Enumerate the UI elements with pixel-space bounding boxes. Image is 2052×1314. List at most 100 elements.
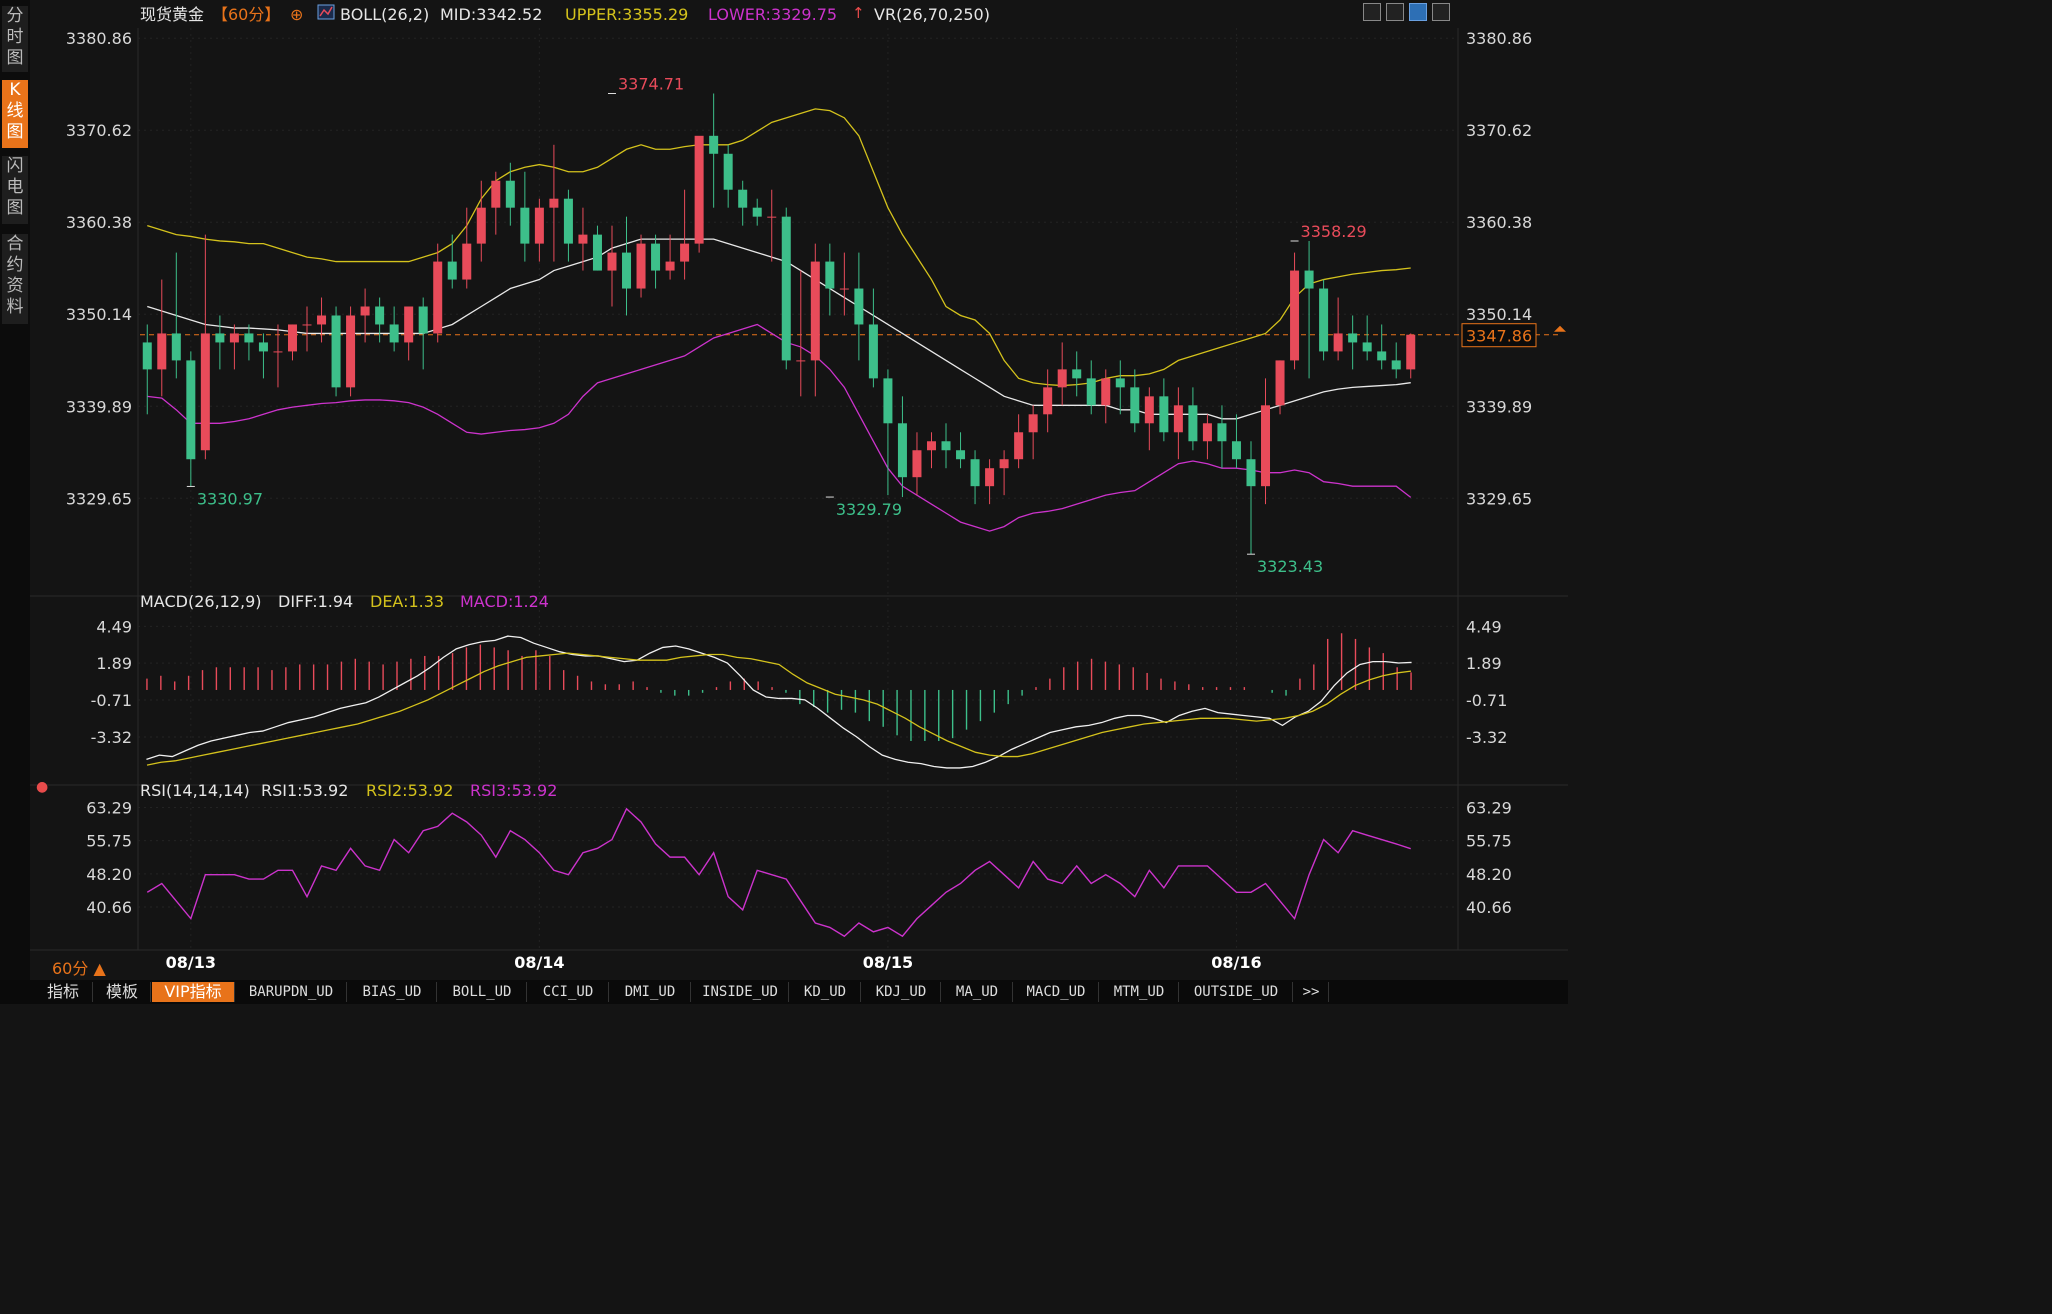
candle-body	[926, 441, 936, 451]
candle-body	[796, 360, 806, 362]
candle-body	[1188, 405, 1198, 442]
candle-body	[1391, 360, 1401, 370]
main-ytick-right: 3339.89	[1466, 397, 1532, 416]
candle-body	[404, 306, 414, 343]
rsi-header: RSI(14,14,14) RSI1:53.92 RSI2:53.92 RSI3…	[140, 781, 557, 800]
toolbar-item-5[interactable]: BOLL_UD	[438, 982, 527, 1002]
toolbar-item-6[interactable]: CCI_UD	[528, 982, 609, 1002]
toolbar-item-13[interactable]: MTM_UD	[1100, 982, 1179, 1002]
fullscreen-icon[interactable]	[1432, 3, 1450, 21]
rsi-label: RSI(14,14,14)	[140, 781, 250, 800]
toolbar-item-1[interactable]: 模板	[94, 982, 151, 1002]
candle-body	[1406, 334, 1416, 370]
candle-body	[1115, 378, 1125, 388]
candle-body	[360, 306, 370, 316]
candle-body	[447, 261, 457, 280]
candle-body	[1377, 351, 1387, 361]
candle-body	[244, 333, 254, 343]
line-chart-icon[interactable]	[1409, 3, 1427, 21]
candle-body	[331, 315, 341, 388]
record-icon[interactable]: ●	[36, 779, 48, 795]
macd-ytick-right: 1.89	[1466, 654, 1502, 673]
candle-body	[592, 234, 602, 271]
main-ytick-right: 3380.86	[1466, 29, 1532, 48]
macd-label: MACD(26,12,9)	[140, 592, 262, 611]
candle-body	[229, 333, 239, 343]
macd-macd-value: MACD:1.24	[460, 592, 549, 611]
candle-body	[956, 450, 966, 460]
candle-body	[346, 315, 356, 388]
tab-flash[interactable]: 闪电图	[2, 156, 28, 224]
rsi-ytick-left: 48.20	[86, 865, 132, 884]
tab-timeshare[interactable]: 分时图	[2, 6, 28, 72]
macd-ytick-right: 4.49	[1466, 617, 1502, 636]
main-ytick-left: 3339.89	[66, 397, 132, 416]
candle-body	[1086, 378, 1096, 406]
candle-body	[694, 135, 704, 244]
toolbar-item-4[interactable]: BIAS_UD	[348, 982, 437, 1002]
candle-body	[1275, 360, 1285, 406]
main-ytick-right: 3329.65	[1466, 489, 1532, 508]
rsi-ytick-right: 40.66	[1466, 898, 1512, 917]
candle-body	[883, 378, 893, 424]
macd-ytick-right: -3.32	[1466, 728, 1507, 747]
chart-canvas[interactable]: 3380.86 3380.86 3370.62 3370.62 3360.38 3360.…	[0, 0, 1568, 1004]
high-annotation: 3358.29	[1301, 222, 1367, 241]
candle-body	[680, 243, 690, 262]
candle-body	[651, 243, 661, 271]
candle-body	[142, 342, 152, 370]
tab-kline[interactable]: K线图	[2, 80, 28, 148]
toolbar-item-9[interactable]: KD_UD	[790, 982, 861, 1002]
toolbar-item-3[interactable]: BARUPDN_UD	[236, 982, 347, 1002]
candle-body	[1231, 441, 1241, 460]
candle-body	[767, 216, 777, 218]
candle-body	[1319, 288, 1329, 352]
candle-body	[622, 252, 632, 289]
high-annotation: 3374.71	[618, 74, 684, 93]
candle-body	[418, 306, 428, 334]
toolbar-item-14[interactable]: OUTSIDE_UD	[1180, 982, 1293, 1002]
main-ytick-left: 3380.86	[66, 29, 132, 48]
toolbar-item-8[interactable]: INSIDE_UD	[692, 982, 789, 1002]
top-right-tools	[1358, 3, 1450, 25]
candle-body	[375, 306, 385, 325]
toolbar-item-7[interactable]: DMI_UD	[610, 982, 691, 1002]
main-ytick-left: 3360.38	[66, 213, 132, 232]
rsi-ytick-left: 63.29	[86, 799, 132, 818]
crosshair-icon[interactable]	[1363, 3, 1381, 21]
candle-body	[200, 333, 210, 451]
toolbar-item-10[interactable]: KDJ_UD	[862, 982, 941, 1002]
grid-layout-icon[interactable]	[1386, 3, 1404, 21]
last-price-label: 3347.86	[1466, 327, 1532, 346]
candle-body	[186, 360, 196, 460]
switch-arrow-icon[interactable]: ↑	[852, 4, 865, 22]
toolbar-item-15[interactable]: >>	[1294, 982, 1329, 1002]
candle-body	[476, 207, 486, 244]
candle-body	[1144, 396, 1154, 424]
main-ytick-left: 3350.14	[66, 305, 132, 324]
candle-body	[985, 468, 995, 487]
candle-body	[462, 243, 472, 280]
candle-body	[157, 333, 167, 370]
candle-body	[534, 207, 544, 244]
toolbar-item-11[interactable]: MA_UD	[942, 982, 1013, 1002]
rsi-ytick-right: 63.29	[1466, 799, 1512, 818]
low-annotation: 3323.43	[1257, 557, 1323, 576]
toolbar-item-12[interactable]: MACD_UD	[1014, 982, 1099, 1002]
xtick-label: 08/13	[166, 953, 216, 972]
candle-body	[258, 342, 268, 352]
candle-body	[1362, 342, 1372, 352]
candle-body	[854, 288, 864, 325]
candle-body	[1333, 333, 1343, 352]
tab-contract-info[interactable]: 合约资料	[2, 234, 28, 324]
candle-body	[1261, 405, 1271, 487]
macd-ytick-left: 4.49	[96, 617, 132, 636]
settings-icon[interactable]: ⊕	[290, 5, 303, 24]
candle-body	[1246, 459, 1256, 487]
toolbar-item-2[interactable]: VIP指标	[152, 982, 235, 1002]
main-ytick-right: 3360.38	[1466, 213, 1532, 232]
candle-body	[273, 351, 283, 353]
macd-diff-line	[146, 635, 1412, 769]
toolbar-item-0[interactable]: 指标	[34, 982, 93, 1002]
period-selector[interactable]: 60分 ▲	[52, 955, 106, 979]
